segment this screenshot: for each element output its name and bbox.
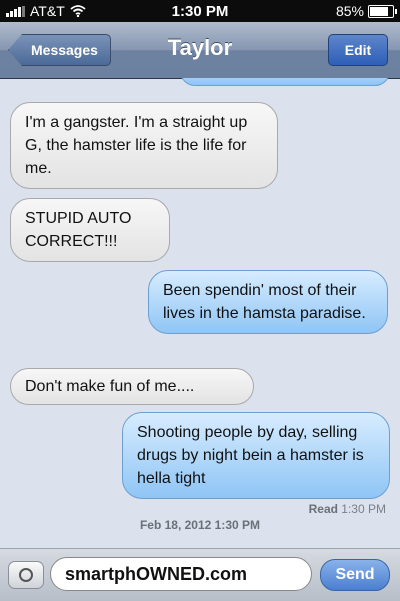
read-time: 1:30 PM xyxy=(341,502,386,516)
message-bubble-received[interactable]: STUPID AUTO CORRECT!!! xyxy=(10,198,170,262)
message-composer: smartphOWNED.com Send xyxy=(0,548,400,601)
navigation-bar: Messages Taylor Edit xyxy=(0,22,400,79)
battery-status: 85% xyxy=(335,3,397,19)
read-label: Read xyxy=(308,502,338,516)
camera-icon xyxy=(19,568,33,582)
message-bubble-sent[interactable]: Been spendin' most of their lives in the… xyxy=(148,270,388,334)
message-text: STUPID AUTO CORRECT!!! xyxy=(25,210,132,250)
status-bar: AT&T 1:30 PM 85% xyxy=(0,0,400,22)
message-input[interactable]: smartphOWNED.com xyxy=(50,557,312,591)
message-bubble-received[interactable]: Don't make fun of me.... xyxy=(10,368,254,405)
message-text: Been spendin' most of their lives in the… xyxy=(163,282,366,322)
read-receipt: Read 1:30 PM xyxy=(309,502,386,516)
battery-level-fill xyxy=(370,6,389,16)
conversation-timestamp: Feb 18, 2012 1:30 PM xyxy=(139,518,261,532)
send-button[interactable]: Send xyxy=(320,559,390,591)
partial-message-bubble xyxy=(180,78,390,86)
battery-icon xyxy=(368,4,397,18)
camera-button[interactable] xyxy=(8,561,44,589)
message-bubble-sent[interactable]: Shooting people by day, selling drugs by… xyxy=(122,412,390,499)
edit-button[interactable]: Edit xyxy=(328,34,388,66)
message-thread[interactable]: I'm a gangster. I'm a straight up G, the… xyxy=(0,78,400,538)
message-text: I'm a gangster. I'm a straight up G, the… xyxy=(25,114,248,177)
message-text: Shooting people by day, selling drugs by… xyxy=(137,424,364,487)
message-bubble-received[interactable]: I'm a gangster. I'm a straight up G, the… xyxy=(10,102,278,189)
message-text: Don't make fun of me.... xyxy=(25,378,195,395)
battery-percent: 85% xyxy=(335,3,364,19)
